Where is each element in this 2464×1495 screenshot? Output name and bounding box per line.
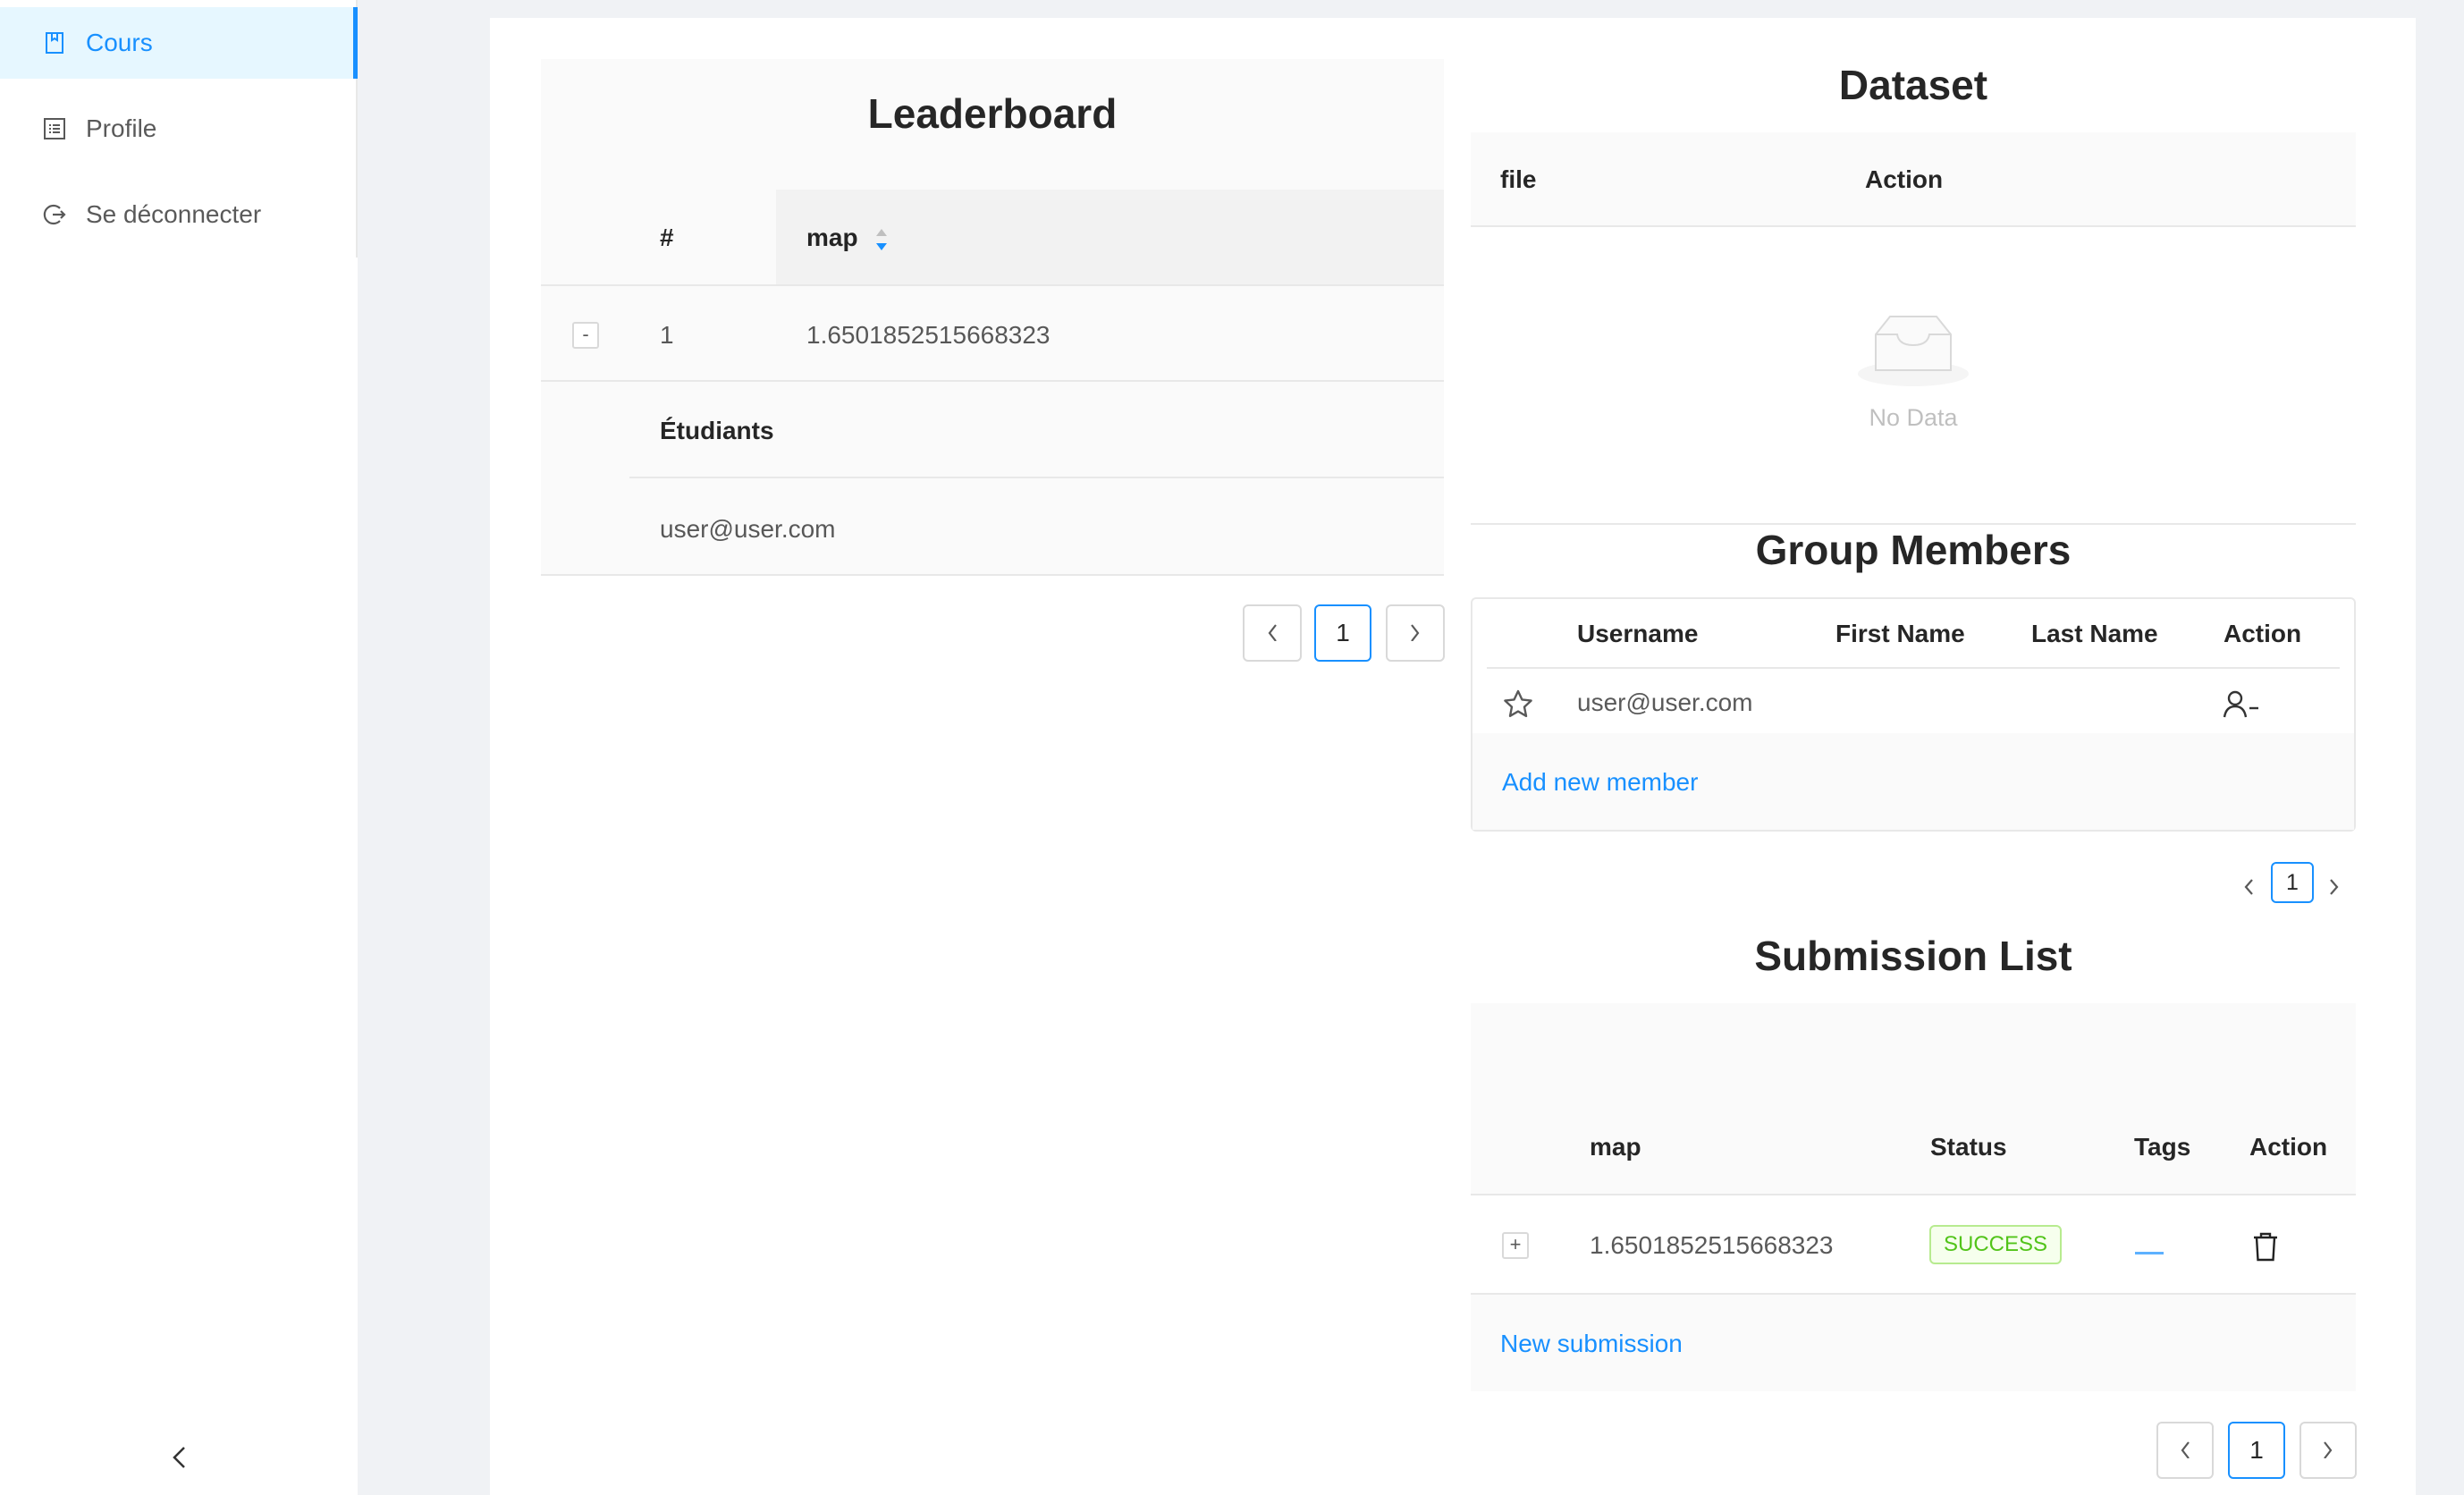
leaderboard-page-1[interactable]: 1	[1314, 604, 1371, 662]
book-icon	[41, 30, 68, 56]
divider	[1471, 523, 2356, 525]
leaderboard-map-cell: 1.6501852515668323	[806, 321, 1051, 349]
dataset-title: Dataset	[1838, 62, 1988, 108]
row-collapse-button[interactable]: -	[572, 322, 599, 349]
submission-header-tags: Tags	[2134, 1133, 2191, 1161]
chevron-right-icon	[1409, 619, 1422, 647]
group-members-title: Group Members	[1755, 527, 2072, 573]
leaderboard-next-page[interactable]	[1386, 604, 1445, 662]
chevron-right-icon	[2322, 1436, 2334, 1465]
submission-list-title: Submission List	[1754, 933, 2072, 979]
chevron-left-icon	[2243, 873, 2254, 901]
leaderboard-header-map[interactable]: map	[806, 223, 858, 253]
remove-user-icon[interactable]	[2223, 688, 2260, 725]
divider	[1487, 667, 2340, 669]
chevron-left-icon	[1266, 619, 1278, 647]
submission-page-1[interactable]: 1	[2228, 1422, 2285, 1479]
submission-header-action: Action	[2249, 1133, 2328, 1161]
empty-inbox-icon	[1856, 309, 1970, 393]
chevron-right-icon	[2329, 873, 2340, 901]
sidebar-menu: Cours Profile Se déconnecter	[0, 0, 358, 258]
nested-student-cell: user@user.com	[660, 515, 836, 543]
members-header-username: Username	[1577, 620, 1699, 647]
members-header-action: Action	[2224, 620, 2302, 647]
new-submission-link[interactable]: New submission	[1500, 1329, 1683, 1359]
divider	[541, 380, 1444, 382]
members-next-page[interactable]	[2321, 867, 2348, 907]
divider	[629, 477, 1444, 478]
sidebar-item-label: Profile	[86, 114, 157, 142]
empty-state-text: No Data	[1869, 404, 1958, 431]
leaderboard-prev-page[interactable]	[1243, 604, 1302, 662]
add-member-link[interactable]: Add new member	[1502, 767, 1698, 798]
sidebar: Cours Profile Se déconnecter	[0, 0, 358, 1495]
sidebar-item-profile[interactable]: Profile	[0, 93, 358, 165]
leaderboard-title: Leaderboard	[867, 90, 1118, 137]
divider	[1471, 225, 2356, 227]
dataset-header-action: Action	[1865, 165, 1944, 193]
row-expand-button[interactable]: +	[1502, 1232, 1529, 1259]
submission-header-bg	[1471, 1003, 2356, 1195]
members-header-first-name: First Name	[1835, 620, 1965, 647]
sidebar-item-cours[interactable]: Cours	[0, 7, 358, 79]
status-badge: SUCCESS	[1929, 1225, 2063, 1264]
members-header-last-name: Last Name	[2031, 620, 2158, 647]
submission-header-map: map	[1590, 1133, 1641, 1161]
submission-header-status: Status	[1930, 1133, 2007, 1161]
tags-placeholder	[2135, 1252, 2164, 1254]
dataset-header-file: file	[1500, 165, 1537, 193]
chevron-left-icon	[2179, 1436, 2191, 1465]
submission-next-page[interactable]	[2299, 1422, 2357, 1479]
trash-icon[interactable]	[2251, 1230, 2280, 1267]
sidebar-item-logout[interactable]: Se déconnecter	[0, 179, 358, 250]
submission-map-cell: 1.6501852515668323	[1590, 1231, 1834, 1259]
profile-icon	[41, 115, 68, 142]
leaderboard-header-rank: #	[660, 224, 674, 251]
logout-icon	[41, 201, 68, 228]
divider	[1471, 1194, 2356, 1195]
divider	[541, 574, 1444, 576]
sort-icon[interactable]	[874, 227, 889, 257]
sidebar-item-label: Cours	[86, 29, 153, 56]
submission-prev-page[interactable]	[2156, 1422, 2214, 1479]
members-page-1[interactable]: 1	[2271, 862, 2314, 903]
nested-header-etudiants: Étudiants	[660, 417, 774, 444]
chevron-left-icon	[170, 1445, 188, 1474]
star-icon[interactable]	[1502, 688, 1534, 725]
members-prev-page[interactable]	[2235, 867, 2262, 907]
sidebar-collapse-button[interactable]	[0, 1423, 358, 1495]
leaderboard-rank-cell: 1	[660, 321, 674, 349]
member-username-cell: user@user.com	[1577, 688, 1753, 716]
sidebar-item-label: Se déconnecter	[86, 200, 262, 228]
